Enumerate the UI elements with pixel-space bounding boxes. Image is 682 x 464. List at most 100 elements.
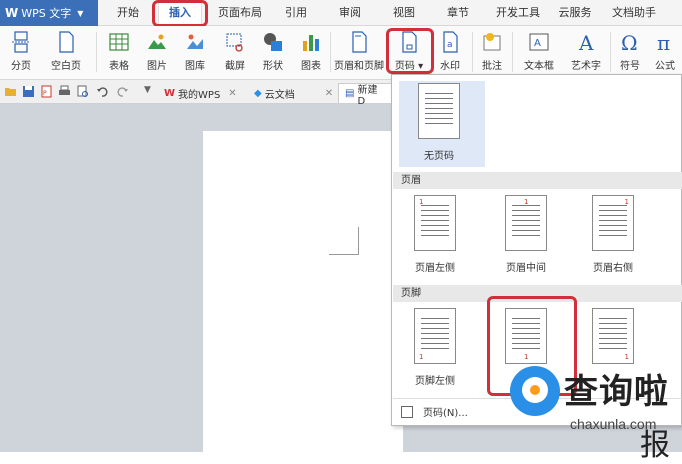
omega-icon: Ω bbox=[621, 31, 638, 53]
table-button[interactable]: 表格 bbox=[102, 29, 136, 77]
picture-icon bbox=[148, 34, 166, 49]
break-button[interactable]: 分页 bbox=[4, 29, 38, 77]
save-icon[interactable] bbox=[22, 85, 35, 98]
undo-icon[interactable] bbox=[96, 85, 109, 98]
symbol-button[interactable]: Ω 符号 bbox=[612, 29, 648, 77]
header-footer-label: 页眉和页脚 bbox=[334, 61, 384, 72]
svg-text:P: P bbox=[43, 90, 47, 97]
tab-references[interactable]: 引用 bbox=[278, 0, 314, 26]
chevron-down-icon: ▼ bbox=[77, 8, 84, 18]
print-preview-icon[interactable] bbox=[76, 85, 89, 98]
bar-chart-icon bbox=[303, 35, 319, 51]
chart-button[interactable]: 图表 bbox=[294, 29, 328, 77]
wordart-button[interactable]: A 艺术字 bbox=[566, 29, 606, 77]
tab-view[interactable]: 视图 bbox=[386, 0, 422, 26]
tab-my-wps[interactable]: W 我的WPS ✕ bbox=[164, 83, 237, 103]
textbox-label: 文本框 bbox=[524, 61, 554, 72]
cloud-docs-icon: ◆ bbox=[254, 87, 262, 99]
close-icon[interactable]: ✕ bbox=[228, 88, 236, 99]
footer-left-option[interactable]: 1 页脚左侧 bbox=[414, 308, 456, 387]
blank-page-button[interactable]: 空白页 bbox=[44, 29, 88, 77]
page-number-settings-label: 页码(N)... bbox=[423, 408, 468, 419]
tab-developer[interactable]: 开发工具 bbox=[490, 0, 546, 26]
footer-right-option[interactable]: 1 bbox=[592, 308, 634, 364]
comment-icon bbox=[483, 33, 501, 51]
pi-icon: π bbox=[657, 31, 670, 53]
header-left-option[interactable]: 1 页眉左侧 bbox=[414, 195, 456, 274]
svg-text:A: A bbox=[578, 31, 594, 53]
document-page[interactable] bbox=[203, 131, 403, 452]
tab-new-document-label: 新建 D bbox=[357, 84, 378, 107]
tab-review[interactable]: 审阅 bbox=[332, 0, 368, 26]
export-pdf-icon[interactable]: P bbox=[40, 85, 53, 98]
tab-chapter[interactable]: 章节 bbox=[440, 0, 476, 26]
page-thumbnail: 1 bbox=[414, 195, 456, 251]
close-icon[interactable]: ✕ bbox=[325, 88, 333, 99]
no-page-number-option[interactable]: 无页码 bbox=[418, 83, 460, 162]
app-menu-button[interactable]: W WPS 文字 ▼ bbox=[0, 0, 98, 26]
partial-character: 报 bbox=[640, 428, 670, 463]
shapes-label: 形状 bbox=[263, 61, 283, 72]
blank-page-label: 空白页 bbox=[51, 61, 81, 72]
ribbon-separator bbox=[330, 32, 331, 72]
page-thumbnail bbox=[418, 83, 460, 139]
gallery-button[interactable]: 图库 bbox=[178, 29, 212, 77]
page-thumbnail: 1 bbox=[592, 308, 634, 364]
header-footer-button[interactable]: 页眉和页脚 bbox=[334, 29, 384, 77]
picture-label: 图片 bbox=[147, 61, 167, 72]
header-left-label: 页眉左侧 bbox=[415, 263, 455, 274]
wps-logo-icon: W bbox=[164, 87, 176, 99]
table-label: 表格 bbox=[109, 61, 129, 72]
gallery-label: 图库 bbox=[185, 61, 205, 72]
wps-logo-icon: W bbox=[5, 6, 19, 20]
screenshot-button[interactable]: 截屏 bbox=[218, 29, 252, 77]
redo-icon[interactable] bbox=[116, 85, 129, 98]
page-thumbnail: 1 bbox=[414, 308, 456, 364]
page-thumbnail: 1 bbox=[505, 195, 547, 251]
ribbon-separator bbox=[472, 32, 473, 72]
picture-button[interactable]: 图片 bbox=[140, 29, 174, 77]
svg-text:π: π bbox=[657, 31, 670, 53]
insert-tab-highlight bbox=[152, 0, 208, 27]
header-section-title: 页眉 bbox=[393, 172, 682, 189]
watermark-title: 查询啦 bbox=[564, 372, 669, 412]
page-break-icon bbox=[12, 31, 30, 53]
page-number-highlight bbox=[386, 28, 434, 74]
page-settings-icon bbox=[401, 405, 413, 418]
tab-page-layout[interactable]: 页面布局 bbox=[214, 0, 266, 26]
tab-new-document[interactable]: ▤ 新建 D bbox=[338, 83, 392, 107]
header-center-option[interactable]: 1 页眉中间 bbox=[505, 195, 547, 274]
chart-label: 图表 bbox=[301, 61, 321, 72]
watermark-button[interactable]: a 水印 bbox=[432, 29, 468, 77]
formula-button[interactable]: π 公式 bbox=[650, 29, 680, 77]
textbox-icon: A bbox=[529, 33, 549, 51]
shapes-icon bbox=[264, 33, 282, 51]
gallery-icon bbox=[187, 34, 203, 49]
tab-my-wps-label: 我的WPS bbox=[178, 89, 221, 101]
symbol-label: 符号 bbox=[620, 61, 640, 72]
chevron-down-icon[interactable]: ▼ bbox=[144, 85, 151, 95]
title-bar: W WPS 文字 ▼ 开始 插入 页面布局 引用 审阅 视图 章节 开发工具 云… bbox=[0, 0, 682, 26]
tab-home[interactable]: 开始 bbox=[110, 0, 146, 26]
textbox-button[interactable]: A 文本框 bbox=[516, 29, 562, 77]
wordart-label: 艺术字 bbox=[571, 61, 601, 72]
header-right-option[interactable]: 1 页眉右侧 bbox=[592, 195, 634, 274]
ribbon-separator bbox=[610, 32, 611, 72]
header-center-label: 页眉中间 bbox=[506, 263, 546, 274]
app-name: WPS 文字 bbox=[21, 7, 72, 20]
page-thumbnail: 1 bbox=[592, 195, 634, 251]
watermark-label: 水印 bbox=[440, 61, 460, 72]
no-page-number-label: 无页码 bbox=[424, 151, 454, 162]
comment-button[interactable]: 批注 bbox=[476, 29, 508, 77]
tab-doc-assistant[interactable]: 文档助手 bbox=[606, 0, 662, 26]
formula-label: 公式 bbox=[655, 61, 675, 72]
shapes-button[interactable]: 形状 bbox=[256, 29, 290, 77]
tab-cloud-docs[interactable]: ◆ 云文档 ✕ bbox=[254, 83, 333, 103]
open-folder-icon[interactable] bbox=[4, 85, 17, 98]
svg-text:A: A bbox=[534, 38, 541, 49]
header-footer-icon bbox=[352, 31, 367, 53]
blank-page-icon bbox=[59, 31, 74, 53]
tab-cloud[interactable]: 云服务 bbox=[554, 0, 596, 26]
screenshot-label: 截屏 bbox=[225, 61, 245, 72]
print-icon[interactable] bbox=[58, 85, 71, 98]
